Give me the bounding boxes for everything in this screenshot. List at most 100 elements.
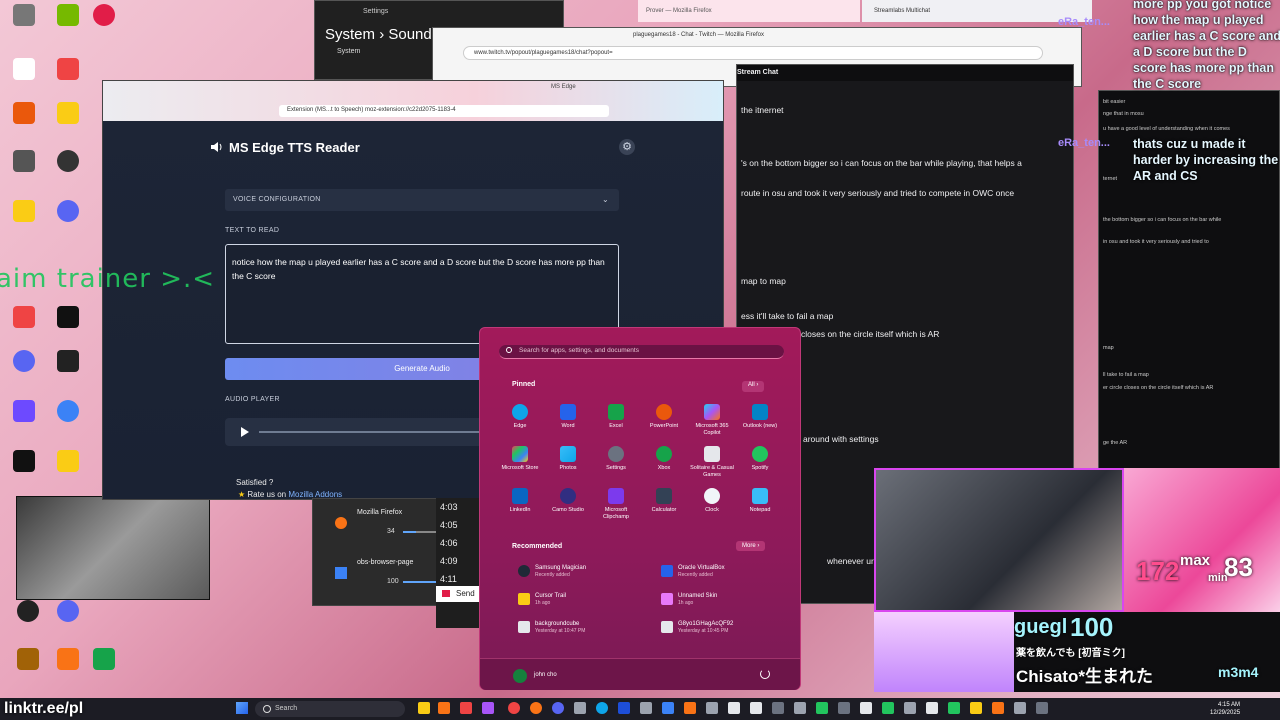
recommended-item[interactable]: Cursor Trail 1h ago [518, 593, 566, 606]
taskbar-app-icon[interactable] [816, 702, 828, 714]
taskbar-app-icon[interactable] [992, 702, 1004, 714]
app-word[interactable]: Word [544, 404, 592, 430]
send-button[interactable]: Send [436, 586, 484, 602]
app-edge[interactable]: Edge [496, 404, 544, 430]
recommended-item[interactable]: Oracle VirtualBox Recently added [661, 565, 725, 578]
taskbar-app-icon[interactable] [926, 702, 938, 714]
taskbar-app-icon[interactable] [574, 702, 586, 714]
taskbar-app-icon[interactable] [1036, 702, 1048, 714]
start-search-input[interactable]: Search for apps, settings, and documents [499, 345, 784, 359]
taskbar-app-icon[interactable] [1014, 702, 1026, 714]
folder-icon[interactable] [44, 450, 92, 474]
app-copilot[interactable]: Microsoft 365 Copilot [688, 404, 736, 437]
taskbar-app-icon[interactable] [438, 702, 450, 714]
app-powerpoint[interactable]: PowerPoint [640, 404, 688, 430]
epic-games-icon[interactable] [44, 350, 92, 374]
desktop-icon[interactable] [44, 306, 92, 330]
app-linkedin[interactable]: LinkedIn [496, 488, 544, 514]
play-icon[interactable] [241, 427, 249, 437]
app-photos[interactable]: Photos [544, 446, 592, 472]
app-settings[interactable]: Settings [592, 446, 640, 472]
youtube-icon[interactable] [0, 306, 48, 330]
audio-progress-track[interactable] [259, 431, 509, 433]
app-spotify[interactable]: Spotify [736, 446, 784, 472]
app-label: Calculator [651, 507, 677, 513]
discord-icon[interactable] [0, 350, 48, 374]
desktop-icon[interactable] [44, 150, 92, 174]
taskbar-app-icon[interactable] [948, 702, 960, 714]
app-xbox[interactable]: Xbox [640, 446, 688, 472]
player-label: guegl [1014, 616, 1068, 638]
recommended-item[interactable]: Unnamed Skin 1h ago [661, 593, 717, 606]
desktop-icon[interactable] [44, 400, 92, 424]
gear-icon[interactable]: ⚙ [619, 139, 635, 155]
desktop-icon[interactable] [80, 4, 128, 28]
taskbar-app-icon[interactable] [460, 702, 472, 714]
app-notepad[interactable]: Notepad [736, 488, 784, 514]
app-camo[interactable]: Camo Studio [544, 488, 592, 514]
avatar[interactable] [513, 669, 527, 683]
address-bar[interactable]: www.twitch.tv/popout/plaguegames18/chat?… [463, 46, 1043, 60]
taskbar-app-icon[interactable] [772, 702, 784, 714]
desktop-icon[interactable] [0, 102, 48, 126]
keyboard-photo [16, 496, 210, 600]
windows-start-icon[interactable] [236, 702, 248, 714]
power-icon[interactable] [760, 669, 770, 679]
all-apps-button[interactable]: All › [742, 381, 765, 392]
app-calculator[interactable]: Calculator [640, 488, 688, 514]
window-title: plaguegames18 - Chat - Twitch — Mozilla … [633, 32, 764, 38]
taskbar-search[interactable]: Search [255, 701, 405, 717]
desktop-icon[interactable] [0, 150, 48, 174]
recommended-item[interactable]: G8yo1GHagAcQF92 Yesterday at 10:45 PM [661, 621, 733, 634]
app-solitaire[interactable]: Solitaire & Casual Games [688, 446, 736, 479]
app-clock[interactable]: Clock [688, 488, 736, 514]
taskbar-app-icon[interactable] [728, 702, 740, 714]
app-clipchamp[interactable]: Microsoft Clipchamp [592, 488, 640, 521]
taskbar-app-icon[interactable] [662, 702, 674, 714]
more-button[interactable]: More › [736, 541, 766, 551]
recommended-item[interactable]: backgroundcube Yesterday at 10:47 PM [518, 621, 585, 634]
desktop-icon[interactable] [44, 58, 92, 82]
taskbar-clock[interactable]: 4:15 AM 12/29/2025 [1210, 701, 1240, 717]
voice-configuration-dropdown[interactable]: VOICE CONFIGURATION ⌄ [225, 189, 619, 211]
desktop-icon[interactable] [0, 58, 48, 82]
desktop-icon[interactable] [44, 102, 92, 126]
firefox-window-tab[interactable]: Prover — Mozilla Firefox [638, 0, 860, 22]
taskbar-app-icon[interactable] [904, 702, 916, 714]
recommended-item[interactable]: Samsung Magician Recently added [518, 565, 586, 578]
tab-ms-edge[interactable]: MS Edge [551, 84, 576, 90]
file-explorer-icon[interactable] [418, 702, 430, 714]
app-label: Photos [559, 465, 577, 471]
address-bar[interactable]: Extension (MS...t to Speech) moz-extensi… [279, 105, 609, 117]
proton-mail-icon[interactable] [0, 400, 48, 424]
rec-sub: Recently added [678, 572, 713, 578]
desktop-icon[interactable] [0, 200, 48, 224]
app-excel[interactable]: Excel [592, 404, 640, 430]
desktop-icon[interactable] [0, 450, 48, 474]
breadcrumb-parent[interactable]: System [325, 26, 375, 43]
app-store[interactable]: Microsoft Store [496, 446, 544, 472]
taskbar-app-icon[interactable] [794, 702, 806, 714]
edge-icon[interactable] [596, 702, 608, 714]
taskbar-app-icon[interactable] [838, 702, 850, 714]
taskbar-app-icon[interactable] [508, 702, 520, 714]
start-menu[interactable]: Search for apps, settings, and documents… [479, 327, 801, 690]
discord-icon[interactable] [44, 200, 92, 224]
taskbar-app-icon[interactable] [750, 702, 762, 714]
app-outlook[interactable]: Outlook (new) [736, 404, 784, 430]
recommended-heading: Recommended [512, 543, 563, 550]
user-name[interactable]: john cho [534, 672, 557, 678]
desktop-icon[interactable] [0, 4, 48, 28]
taskbar-app-icon[interactable] [482, 702, 494, 714]
desktop-icon[interactable] [80, 648, 128, 672]
taskbar-app-icon[interactable] [860, 702, 872, 714]
discord-icon[interactable] [552, 702, 564, 714]
taskbar-app-icon[interactable] [882, 702, 894, 714]
taskbar-app-icon[interactable] [706, 702, 718, 714]
steam-icon[interactable] [618, 702, 630, 714]
discord-icon[interactable] [44, 600, 92, 624]
firefox-icon[interactable] [530, 702, 542, 714]
taskbar-app-icon[interactable] [970, 702, 982, 714]
taskbar-app-icon[interactable] [640, 702, 652, 714]
taskbar-app-icon[interactable] [684, 702, 696, 714]
